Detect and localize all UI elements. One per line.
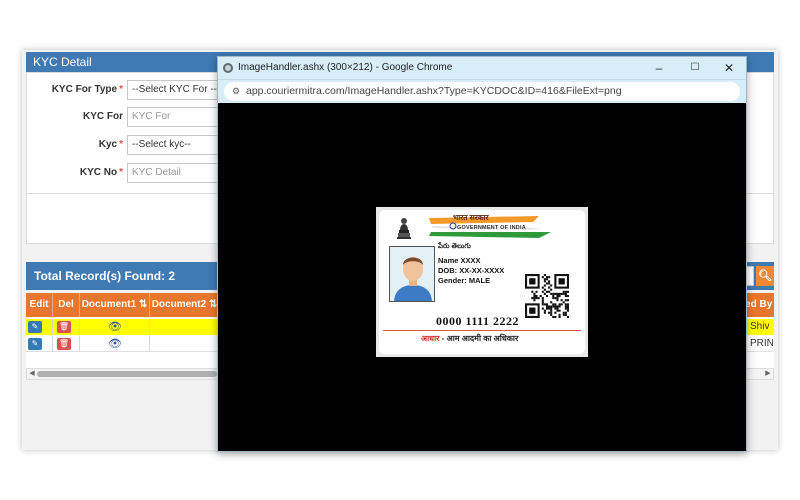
kyc-for-type-row: KYC For Type * --Select KYC For -- — [27, 79, 227, 101]
site-info-icon[interactable]: ⚙︎ — [230, 85, 242, 97]
government-english-text: GOVERNMENT OF INDIA — [457, 225, 526, 231]
search-icon: 🔍︎ — [758, 270, 772, 282]
scroll-right-icon[interactable]: ▶ — [763, 369, 773, 379]
card-divider — [383, 330, 581, 331]
maximize-button[interactable]: ☐ — [680, 57, 710, 79]
image-viewport: भारत सरकार GOVERNMENT OF INDIA పేరు తెలు… — [218, 103, 746, 451]
close-button[interactable]: ✕ — [714, 57, 744, 79]
edit-button[interactable]: ✎ — [28, 338, 42, 350]
kyc-for-type-label: KYC For Type — [51, 84, 118, 95]
delete-button[interactable]: 🗑︎ — [57, 321, 71, 333]
scroll-left-icon[interactable]: ◀ — [27, 369, 37, 379]
chrome-logo-icon — [223, 63, 233, 73]
card-slogan: आधार - आम आदमी का अधिकार — [421, 333, 518, 344]
total-records-label: Total Record(s) Found: 2 — [34, 269, 176, 283]
kyc-no-input[interactable]: KYC Detail — [127, 163, 227, 183]
popup-titlebar[interactable]: ImageHandler.ashx (300×212) - Google Chr… — [218, 57, 746, 79]
holder-gender: Gender: MALE — [438, 276, 491, 285]
kyc-label: Kyc — [98, 139, 118, 150]
required-mark: * — [119, 84, 123, 95]
government-hindi-text: भारत सरकार — [453, 213, 489, 222]
url-text: app.couriermitra.com/ImageHandler.ashx?T… — [246, 85, 622, 97]
holder-dob: DOB: XX-XX-XXXX — [438, 266, 505, 275]
address-bar: ⚙︎ app.couriermitra.com/ImageHandler.ash… — [218, 79, 746, 103]
required-mark: * — [119, 139, 123, 150]
holder-name: Name XXXX — [438, 256, 481, 265]
chrome-popup-window: ImageHandler.ashx (300×212) - Google Chr… — [217, 56, 747, 452]
kyc-for-label: KYC For — [83, 111, 123, 122]
aadhaar-number: 0000 1111 2222 — [436, 314, 520, 328]
pencil-icon: ✎ — [31, 322, 39, 331]
kyc-no-row: KYC No * KYC Detail — [27, 162, 227, 184]
eye-icon[interactable]: 👁︎ — [108, 320, 122, 334]
kyc-row: Kyc * --Select kyc-- — [27, 134, 227, 156]
search-button[interactable]: 🔍︎ — [756, 266, 774, 286]
slogan-aadhaar-word: आधार — [421, 334, 440, 343]
person-avatar-icon — [390, 247, 434, 301]
holder-photo — [389, 246, 435, 302]
eye-icon[interactable]: 👁︎ — [108, 337, 122, 351]
national-emblem-icon — [397, 218, 411, 239]
qr-code — [525, 274, 569, 318]
kyc-no-label: KYC No — [79, 167, 118, 178]
popup-title: ImageHandler.ashx (300×212) - Google Chr… — [238, 62, 453, 73]
col-header-edit[interactable]: Edit — [26, 293, 53, 317]
edit-button[interactable]: ✎ — [28, 321, 42, 333]
pencil-icon: ✎ — [31, 339, 39, 348]
kyc-for-type-select[interactable]: --Select KYC For -- — [127, 80, 227, 100]
delete-button[interactable]: 🗑︎ — [57, 338, 71, 350]
col-header-document2[interactable]: Document2 ⇅ — [150, 293, 220, 317]
col-header-document1[interactable]: Document1 ⇅ — [80, 293, 150, 317]
slogan-rest: - आम आदमी का अधिकार — [439, 334, 519, 343]
scrollbar-thumb[interactable] — [37, 371, 217, 377]
kyc-select[interactable]: --Select kyc-- — [127, 135, 227, 155]
minimize-button[interactable]: – — [644, 57, 674, 79]
aadhaar-card-image: भारत सरकार GOVERNMENT OF INDIA పేరు తెలు… — [376, 207, 588, 357]
trash-icon: 🗑︎ — [58, 322, 70, 331]
kyc-for-input[interactable]: KYC For — [127, 107, 227, 127]
regional-language-text: పేరు తెలుగు — [438, 243, 471, 250]
trash-icon: 🗑︎ — [58, 339, 70, 348]
kyc-for-row: KYC For KYC For — [27, 106, 227, 128]
url-field[interactable]: ⚙︎ app.couriermitra.com/ImageHandler.ash… — [224, 82, 740, 101]
col-header-del[interactable]: Del — [53, 293, 80, 317]
required-mark: * — [119, 167, 123, 178]
